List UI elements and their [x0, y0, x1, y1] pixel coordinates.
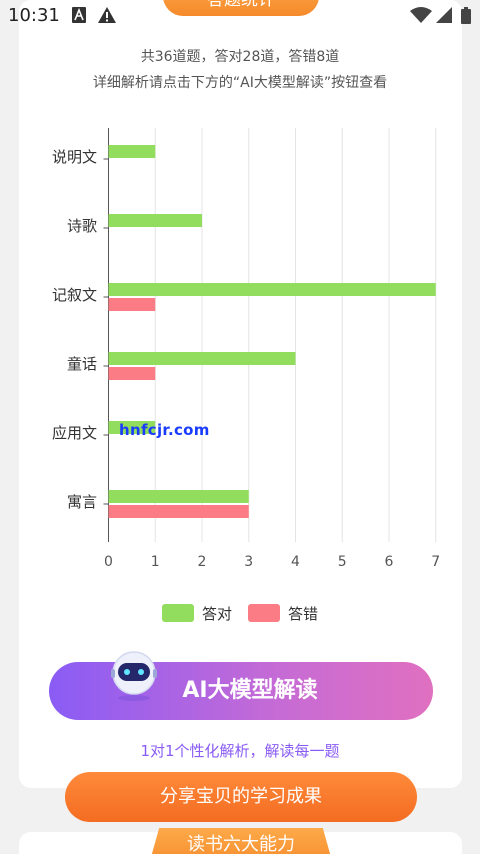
watermark-text: hnfcjr.com: [119, 421, 210, 439]
status-bar: 10:31: [0, 0, 480, 34]
category-label: 记叙文: [52, 286, 97, 304]
x-tick-label: 0: [104, 554, 113, 570]
legend-label-wrong: 答错: [288, 604, 319, 623]
bar-correct: [108, 145, 156, 158]
answer-stats-chart: 0 1 2 3 4 5 6 7 说明文诗歌记叙文童话应用文寓言: [52, 128, 440, 570]
bar-wrong: [108, 505, 249, 518]
warning-icon: [98, 7, 116, 27]
legend-swatch-correct: [162, 604, 194, 622]
x-tick-label: 5: [338, 554, 347, 570]
legend-swatch-wrong: [248, 604, 280, 622]
bar-wrong: [108, 367, 156, 380]
category-label: 应用文: [52, 424, 97, 442]
bar-correct: [108, 214, 202, 227]
x-tick-label: 1: [151, 554, 160, 570]
bar-wrong: [108, 298, 156, 311]
battery-icon: [461, 7, 471, 28]
x-tick-label: 4: [291, 554, 300, 570]
signal-icon: [436, 7, 452, 27]
abilities-tab-header: 读书六大能力: [148, 828, 334, 854]
category-label: 诗歌: [67, 217, 97, 235]
bar-correct: [108, 283, 436, 296]
x-tick-label: 6: [385, 554, 394, 570]
x-tick-label: 3: [244, 554, 253, 570]
ai-interpret-subtitle: 1对1个性化解析，解读每一题: [140, 742, 340, 760]
status-time: 10:31: [8, 5, 60, 26]
category-label: 寓言: [67, 493, 97, 511]
legend-label-correct: 答对: [202, 604, 233, 623]
x-tick-label: 7: [431, 554, 440, 570]
category-label: 童话: [67, 355, 97, 373]
robot-icon: [108, 650, 160, 702]
bar-correct: [108, 352, 296, 365]
ai-interpret-button[interactable]: AI大模型解读: [49, 662, 433, 720]
x-tick-label: 2: [198, 554, 207, 570]
share-results-button[interactable]: 分享宝贝的学习成果: [65, 772, 417, 822]
legend-item-correct[interactable]: 答对: [162, 602, 232, 624]
ai-interpret-label: AI大模型解读: [182, 678, 318, 703]
bar-correct: [108, 490, 249, 503]
notification-icon: [72, 7, 86, 27]
wifi-icon: [410, 7, 432, 27]
legend-item-wrong[interactable]: 答错: [248, 602, 318, 624]
category-label: 说明文: [52, 148, 97, 166]
